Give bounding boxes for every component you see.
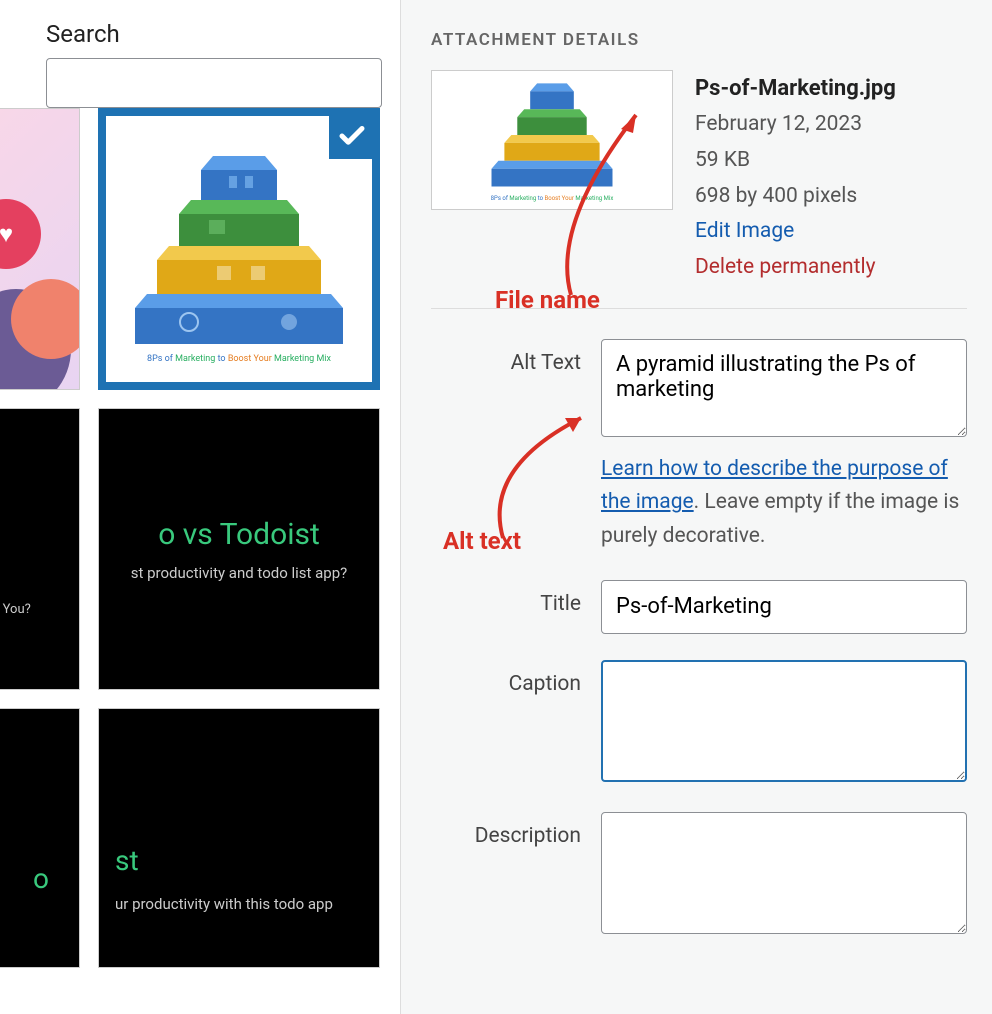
selected-check-icon bbox=[328, 112, 376, 160]
alt-text-input[interactable] bbox=[601, 339, 967, 437]
media-thumbnail-selected[interactable]: 8Ps of Marketing to Boost Your Marketing… bbox=[98, 108, 380, 390]
attachment-details-heading: ATTACHMENT DETAILS bbox=[431, 30, 967, 50]
alt-text-label: Alt Text bbox=[431, 339, 601, 375]
media-thumbnail[interactable]: st ur productivity with this todo app bbox=[98, 708, 380, 968]
media-thumbnail[interactable]: r You? bbox=[0, 408, 80, 690]
delete-permanently-link[interactable]: Delete permanently bbox=[695, 250, 967, 286]
media-thumbnail[interactable]: o bbox=[0, 708, 80, 968]
search-label: Search bbox=[46, 20, 380, 48]
alt-text-help: Learn how to describe the purpose of the… bbox=[601, 453, 967, 554]
description-label: Description bbox=[431, 812, 601, 848]
title-input[interactable] bbox=[601, 580, 967, 634]
pyramid-icon bbox=[106, 136, 372, 346]
pyramid-icon bbox=[432, 77, 672, 189]
media-thumbnail[interactable] bbox=[0, 108, 80, 390]
title-label: Title bbox=[431, 580, 601, 616]
description-input[interactable] bbox=[601, 812, 967, 934]
media-thumbnail[interactable]: o vs Todoist st productivity and todo li… bbox=[98, 408, 380, 690]
caption-label: Caption bbox=[431, 660, 601, 696]
attachment-date: February 12, 2023 bbox=[695, 107, 967, 143]
attachment-dimensions: 698 by 400 pixels bbox=[695, 179, 967, 215]
thumbnail-caption: 8Ps of Marketing to Boost Your Marketing… bbox=[106, 354, 372, 364]
edit-image-link[interactable]: Edit Image bbox=[695, 214, 967, 250]
detail-preview-thumbnail[interactable]: 8Ps of Marketing to Boost Your Marketing… bbox=[431, 70, 673, 210]
attachment-filesize: 59 KB bbox=[695, 143, 967, 179]
search-input[interactable] bbox=[46, 58, 382, 108]
thumbnail-caption: 8Ps of Marketing to Boost Your Marketing… bbox=[432, 195, 672, 202]
attachment-filename: Ps-of-Marketing.jpg bbox=[695, 70, 967, 107]
caption-input[interactable] bbox=[601, 660, 967, 782]
